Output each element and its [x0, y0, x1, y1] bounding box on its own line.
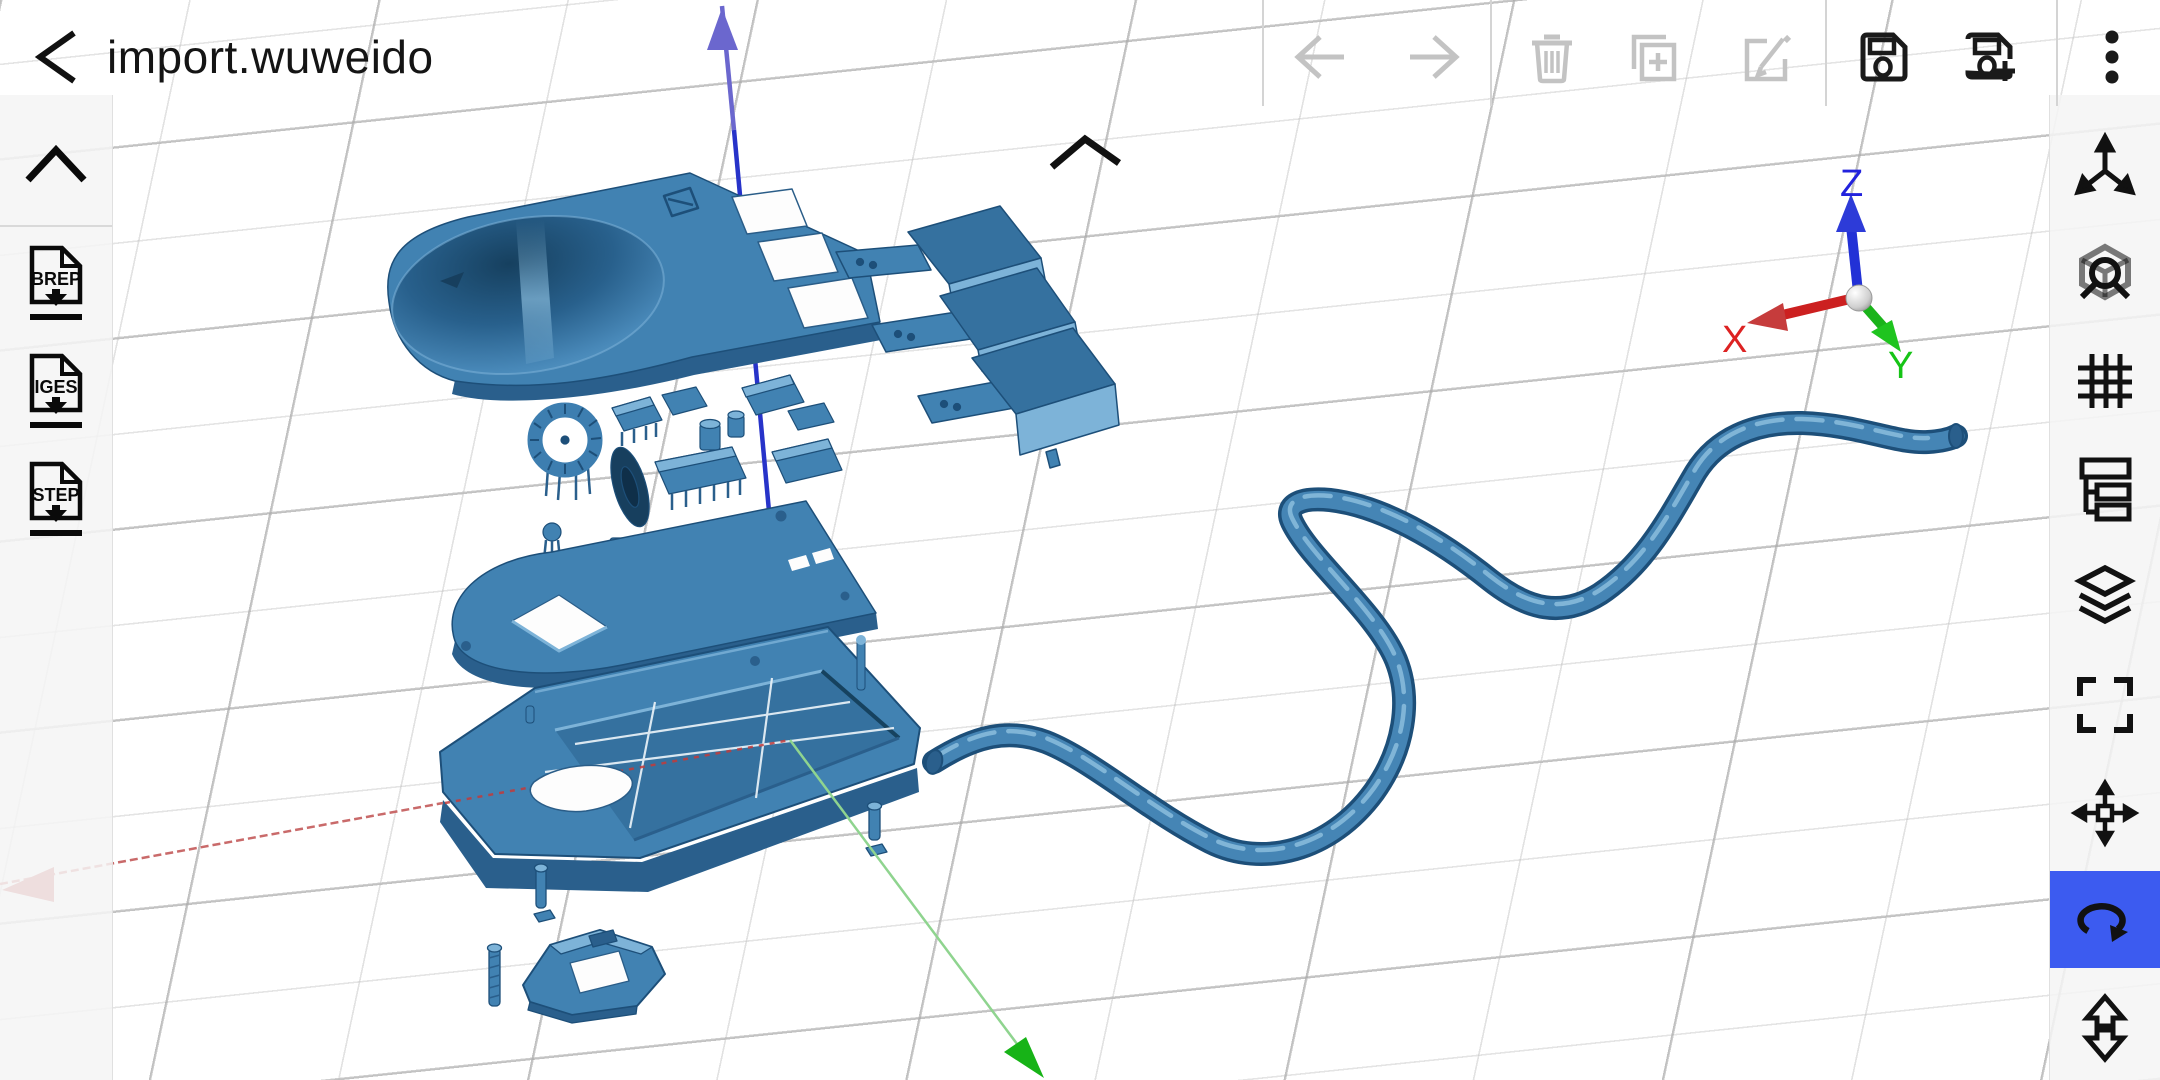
world-y-axis — [829, 794, 1044, 1078]
import-iges-button[interactable]: IGES — [24, 352, 88, 432]
duplicate-button[interactable] — [1624, 29, 1680, 85]
toolbar-divider — [1825, 0, 1827, 106]
tool-grid-button[interactable] — [2050, 332, 2160, 429]
tool-axes-button[interactable] — [2050, 117, 2160, 214]
model-top-cover — [387, 172, 881, 401]
move-arrows-icon — [2070, 778, 2140, 848]
model-terminal-blocks — [835, 205, 1120, 469]
tool-structure-button[interactable] — [2050, 440, 2160, 537]
grid-icon — [2078, 354, 2132, 408]
tool-rotate-button[interactable] — [2050, 871, 2160, 968]
structure-tree-icon — [2079, 457, 2132, 522]
tool-view-cube-button[interactable] — [2050, 225, 2160, 322]
edit-pencil-icon — [1744, 34, 1792, 82]
axis-triad-gizmo: Z X Y — [1722, 163, 1913, 387]
overflow-menu-button[interactable] — [2084, 29, 2140, 85]
import-label: BREP — [31, 269, 81, 289]
document-title: import.wuweido — [107, 31, 434, 83]
redo-arrow-icon — [1410, 35, 1460, 79]
toolbar-divider — [1490, 0, 1492, 106]
edit-button[interactable] — [1739, 29, 1795, 85]
toolbar-divider — [1262, 0, 1264, 106]
save-as-plus-icon — [1965, 32, 2015, 81]
model-exploded-mouse — [387, 172, 1968, 1024]
import-label: IGES — [34, 377, 77, 397]
gizmo-y-label: Y — [1888, 345, 1913, 387]
left-toolbar-panel — [0, 95, 113, 1080]
undo-button[interactable] — [1292, 29, 1348, 85]
gizmo-x-label: X — [1722, 319, 1747, 361]
left-panel-divider — [0, 225, 112, 227]
import-brep-button[interactable]: BREP — [24, 244, 88, 324]
viewport-canvas[interactable]: Z X Y — [0, 0, 2160, 1080]
chevron-up-icon — [25, 144, 87, 183]
gizmo-z-label: Z — [1840, 163, 1863, 205]
trash-icon — [1532, 34, 1572, 84]
tool-move-button[interactable] — [2050, 764, 2160, 861]
delete-button[interactable] — [1524, 29, 1580, 85]
import-file-icon: IGES — [29, 353, 83, 428]
import-label: STEP — [32, 485, 79, 505]
tool-layers-button[interactable] — [2050, 548, 2160, 645]
layers-icon — [2074, 564, 2136, 625]
tool-fit-view-button[interactable] — [2050, 656, 2160, 753]
cube-magnifier-icon — [2079, 243, 2131, 301]
chevron-up-icon[interactable] — [1049, 134, 1122, 170]
save-floppy-icon — [1860, 32, 1908, 82]
import-step-button[interactable]: STEP — [24, 460, 88, 540]
model-cable — [922, 410, 1968, 866]
import-file-icon: STEP — [29, 461, 83, 536]
import-file-icon: BREP — [29, 245, 83, 320]
rotate-arrow-icon — [2077, 903, 2128, 942]
save-button[interactable] — [1855, 29, 1911, 85]
undo-arrow-icon — [1294, 35, 1344, 79]
duplicate-plus-icon — [1631, 34, 1677, 82]
save-as-button[interactable] — [1962, 29, 2018, 85]
sidebar-collapse-button[interactable] — [24, 140, 88, 186]
overflow-menu-icon — [2105, 30, 2119, 84]
axis-triad-icon — [2074, 131, 2136, 196]
tool-scale-button[interactable] — [2050, 979, 2160, 1080]
redo-button[interactable] — [1406, 29, 1462, 85]
back-button[interactable] — [30, 29, 80, 85]
toolbar-divider — [2056, 0, 2058, 106]
frame-corners-icon — [2077, 677, 2133, 733]
double-arrow-icon — [2081, 993, 2129, 1063]
